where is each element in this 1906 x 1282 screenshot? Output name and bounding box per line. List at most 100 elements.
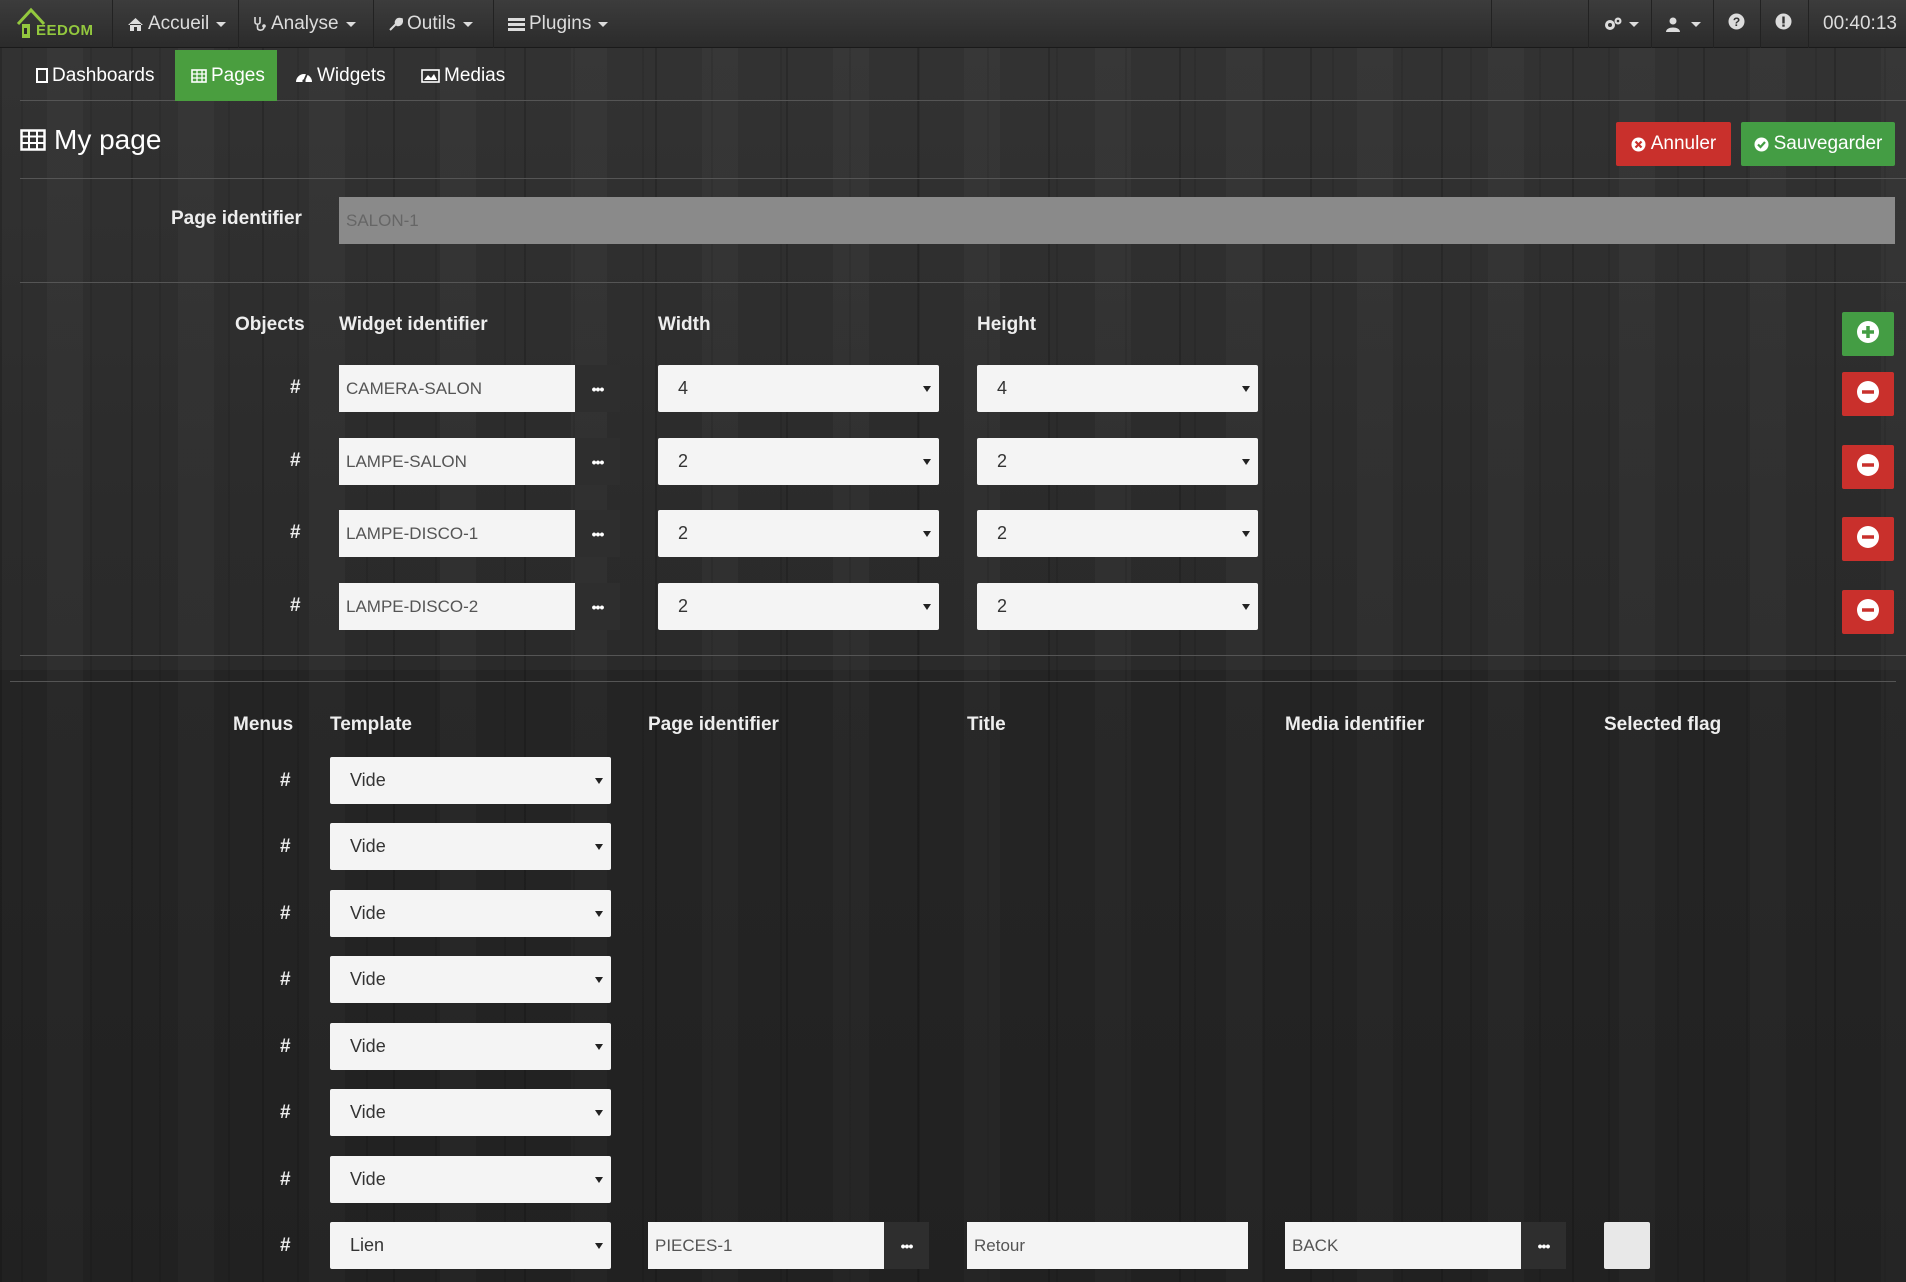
ellipsis-icon: ••• [591, 453, 605, 470]
add-object-button[interactable] [1842, 312, 1894, 356]
height-select[interactable]: 4 [977, 365, 1258, 412]
page-identifier-field: SALON-1 [339, 197, 1895, 244]
dashboard-icon [295, 69, 313, 83]
nav-accueil-label: Accueil [148, 13, 210, 34]
nav-outils[interactable]: Outils [373, 0, 487, 48]
select-arrow-icon [923, 530, 931, 537]
select-arrow-icon [595, 1109, 603, 1116]
media-picker-button[interactable]: ••• [1521, 1222, 1566, 1269]
widget-picker-button[interactable]: ••• [575, 438, 620, 485]
page-picker-button[interactable]: ••• [884, 1222, 929, 1269]
cancel-button[interactable]: Annuler [1616, 122, 1731, 166]
nav-analyse[interactable]: Analyse [238, 0, 370, 48]
ellipsis-icon: ••• [900, 1237, 914, 1254]
wrench-icon [388, 17, 403, 32]
remove-object-button[interactable] [1842, 445, 1894, 489]
ellipsis-icon: ••• [591, 380, 605, 397]
widget-identifier-input[interactable]: CAMERA-SALON [339, 365, 575, 412]
widget-identifier-header: Widget identifier [339, 314, 488, 335]
stethoscope-icon [253, 16, 267, 32]
chevron-down-icon [598, 21, 609, 27]
exclamation-circle-icon [1775, 13, 1792, 36]
widget-identifier-input[interactable]: LAMPE-DISCO-2 [339, 583, 575, 630]
svg-text:?: ? [1733, 15, 1740, 29]
tab-widgets-label: Widgets [317, 64, 386, 86]
widget-picker-button[interactable]: ••• [575, 365, 620, 412]
template-select[interactable]: Vide [330, 1023, 611, 1070]
width-select[interactable]: 2 [658, 583, 939, 630]
menu-title-input[interactable]: Retour [967, 1222, 1248, 1269]
minus-circle-icon [1856, 525, 1880, 554]
remove-object-button[interactable] [1842, 590, 1894, 634]
divider [10, 681, 1896, 682]
width-select-value: 4 [678, 378, 689, 398]
select-arrow-icon [595, 1242, 603, 1249]
page-identifier-header: Page identifier [648, 714, 779, 735]
tab-dashboards[interactable]: Dashboards [20, 50, 170, 101]
width-select[interactable]: 2 [658, 438, 939, 485]
menu-row-hash: # [280, 1235, 291, 1256]
menu-row-hash: # [280, 1036, 291, 1057]
select-arrow-icon [1242, 385, 1250, 392]
objects-header: Objects [235, 314, 305, 335]
page-identifier-label: Page identifier [171, 208, 302, 229]
menu-page-identifier-input[interactable]: PIECES-1 [648, 1222, 884, 1269]
home-icon [127, 17, 144, 32]
check-circle-icon [1754, 137, 1769, 152]
template-header: Template [330, 714, 413, 735]
nav-user[interactable] [1651, 0, 1715, 48]
remove-object-button[interactable] [1842, 517, 1894, 561]
minus-circle-icon [1856, 380, 1880, 409]
template-select[interactable]: Vide [330, 956, 611, 1003]
tab-medias[interactable]: Medias [405, 50, 521, 101]
template-select[interactable]: Vide [330, 1156, 611, 1203]
nav-accueil[interactable]: Accueil [112, 0, 240, 48]
select-arrow-icon [595, 976, 603, 983]
height-select[interactable]: 2 [977, 510, 1258, 557]
template-select[interactable]: Vide [330, 823, 611, 870]
nav-analyse-label: Analyse [271, 13, 339, 34]
nav-plugins[interactable]: Plugins [493, 0, 622, 48]
width-select[interactable]: 4 [658, 365, 939, 412]
widget-picker-button[interactable]: ••• [575, 510, 620, 557]
table-icon [191, 68, 207, 83]
minus-circle-icon [1856, 453, 1880, 482]
template-select[interactable]: Vide [330, 1089, 611, 1136]
height-select-value: 4 [997, 378, 1008, 398]
tab-widgets[interactable]: Widgets [279, 50, 402, 101]
select-arrow-icon [1242, 458, 1250, 465]
tasks-icon [508, 17, 525, 31]
ellipsis-icon: ••• [591, 525, 605, 542]
template-select[interactable]: Lien [330, 1222, 611, 1269]
nav-settings[interactable] [1588, 0, 1653, 48]
tab-dashboards-label: Dashboards [52, 64, 155, 86]
remove-object-button[interactable] [1842, 372, 1894, 416]
nav-help[interactable]: ? [1713, 0, 1759, 48]
template-select[interactable]: Vide [330, 890, 611, 937]
height-header: Height [977, 314, 1037, 335]
widget-identifier-input[interactable]: LAMPE-SALON [339, 438, 575, 485]
select-arrow-icon [923, 603, 931, 610]
tab-pages[interactable]: Pages [175, 50, 277, 101]
menu-media-identifier-input[interactable]: BACK [1285, 1222, 1521, 1269]
logo-text: EEDOM [36, 22, 94, 39]
height-select[interactable]: 2 [977, 583, 1258, 630]
template-select-value: Vide [350, 1036, 386, 1056]
nav-alerts[interactable] [1760, 0, 1806, 48]
widget-picker-button[interactable]: ••• [575, 583, 620, 630]
select-arrow-icon [595, 1043, 603, 1050]
divider [20, 178, 1906, 179]
widget-identifier-input[interactable]: LAMPE-DISCO-1 [339, 510, 575, 557]
height-select[interactable]: 2 [977, 438, 1258, 485]
jeedom-logo[interactable]: EEDOM [14, 4, 94, 44]
width-select-value: 2 [678, 451, 689, 471]
save-button[interactable]: Sauvegarder [1741, 122, 1895, 166]
width-select-value: 2 [678, 596, 689, 616]
selected-flag-checkbox[interactable] [1604, 1222, 1650, 1269]
width-select[interactable]: 2 [658, 510, 939, 557]
object-row-hash: # [290, 595, 301, 616]
divider [20, 282, 1906, 283]
menu-row-hash: # [280, 969, 291, 990]
ellipsis-icon: ••• [1537, 1237, 1551, 1254]
template-select[interactable]: Vide [330, 757, 611, 804]
